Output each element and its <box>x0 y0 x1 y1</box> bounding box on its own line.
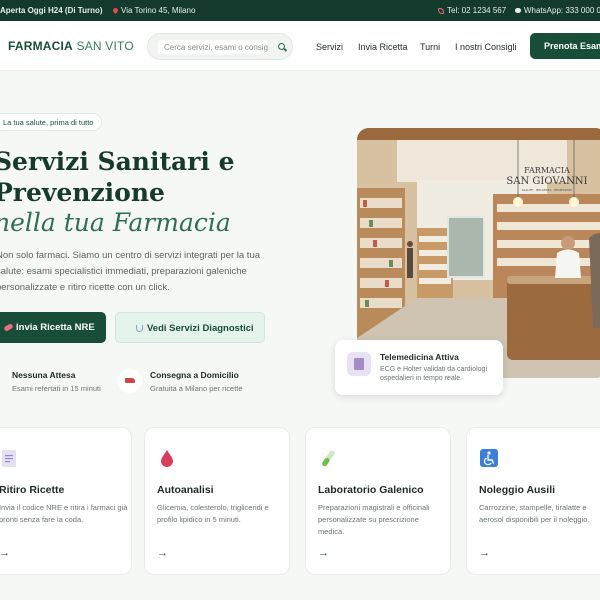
pill-icon <box>3 323 14 332</box>
document-icon <box>2 450 16 467</box>
arrow-right-icon[interactable]: → <box>0 547 10 559</box>
card-title: Ritiro Ricette <box>0 484 65 496</box>
diagnostic-services-label: Vedi Servizi Diagnostici <box>147 323 254 334</box>
hero-title: Servizi Sanitari e Prevenzione <box>0 146 235 208</box>
opening-hours: Aperta Oggi H24 (Di Turno) <box>0 6 103 15</box>
telemedicine-card: Telemedicina Attiva ECG e Holter validat… <box>335 340 503 395</box>
card-title: Autoanalisi <box>157 484 214 496</box>
logo-accent-text: SAN VITO <box>76 39 134 53</box>
service-card-noleggio-ausili[interactable]: Noleggio Ausili Carrozzine, stampelle, t… <box>466 427 600 575</box>
stethoscope-icon <box>136 324 143 332</box>
card-desc-line: Carrozzine, stampelle, tiralatte e <box>479 503 587 512</box>
whatsapp-link[interactable]: WhatsApp: 333 000 0 <box>515 6 600 15</box>
hero-desc-line: salute: esami specialistici immediati, p… <box>0 266 247 277</box>
address-text: Via Torino 45, Milano <box>121 6 196 15</box>
whatsapp-text: WhatsApp: 333 000 0 <box>524 6 600 15</box>
hero-description: Non solo farmaci. Siamo un centro di ser… <box>0 248 261 296</box>
search-icon[interactable] <box>278 43 285 50</box>
card-desc-line: medica. <box>318 527 345 536</box>
telemedicine-title: Telemedicina Attiva <box>380 352 459 362</box>
wheelchair-icon <box>480 449 498 467</box>
photo-sign-line1: FARMACIA <box>524 166 570 175</box>
feature-no-wait: Nessuna Attesa Esami refertati in 15 min… <box>12 370 101 393</box>
phone-icon <box>438 7 444 14</box>
top-info-bar: Aperta Oggi H24 (Di Turno) Via Torino 45… <box>0 0 600 21</box>
card-desc-line: Preparazioni magistrali e officinali <box>318 503 430 512</box>
service-card-ritiro-ricette[interactable]: Ritiro Ricette Invia il codice NRE e rit… <box>0 427 132 575</box>
card-desc-line: personalizzate su prescrizione <box>318 515 419 524</box>
telemedicine-desc-line: ECG e Holter validati da cardiologi <box>380 366 487 373</box>
arrow-right-icon[interactable]: → <box>318 547 329 559</box>
card-desc-line: profilo lipidico in 5 minuti. <box>157 515 241 524</box>
feature-title: Consegna a Domicilio <box>150 370 239 380</box>
hero-desc-line: Non solo farmaci. Siamo un centro di ser… <box>0 250 261 261</box>
search-input[interactable] <box>158 40 268 54</box>
telemedicine-desc: ECG e Holter validati da cardiologi ospe… <box>380 365 487 383</box>
test-tube-icon <box>322 450 335 467</box>
phone-text: Tel: 02 1234 567 <box>447 6 507 15</box>
send-prescription-label: Invia Ricetta NRE <box>16 322 95 333</box>
ecg-device-icon <box>347 352 371 376</box>
service-card-autoanalisi[interactable]: Autoanalisi Glicemia, colesterolo, trigl… <box>144 427 290 575</box>
feature-title: Nessuna Attesa <box>12 370 76 380</box>
arrow-right-icon[interactable]: → <box>479 547 490 559</box>
diagnostic-services-button[interactable]: Vedi Servizi Diagnostici <box>115 312 265 343</box>
site-header: FARMACIA SAN VITO Servizi Invia Ricetta … <box>0 21 600 71</box>
card-desc-line: Invia il codice NRE e ritira i farmaci g… <box>0 503 128 512</box>
hero-title-line1: Servizi Sanitari e <box>0 147 235 176</box>
service-card-laboratorio-galenico[interactable]: Laboratorio Galenico Preparazioni magist… <box>305 427 451 575</box>
phone-link[interactable]: Tel: 02 1234 567 <box>438 6 506 15</box>
photo-sign-line2: SAN GIOVANNI <box>506 176 587 187</box>
card-desc: Preparazioni magistrali e officinali per… <box>318 502 448 538</box>
logo-main-text: FARMACIA <box>8 39 73 53</box>
photo-sign-line3: SALUTE · BELLEZZA · BENESSERE <box>522 188 572 192</box>
nav-turni[interactable]: Turni <box>420 42 440 52</box>
card-desc: Glicemia, colesterolo, trigliceridi e pr… <box>157 502 287 526</box>
search-box <box>147 33 293 60</box>
nav-invia-ricetta[interactable]: Invia Ricetta <box>358 42 408 52</box>
card-desc-line: pronti senza fare la coda. <box>0 515 84 524</box>
feature-home-delivery: Consegna a Domicilio Gratuita a Milano p… <box>150 370 243 393</box>
nav-servizi[interactable]: Servizi <box>316 42 343 52</box>
feature-desc: Esami refertati in 15 minuti <box>12 384 101 393</box>
chat-bubble-icon <box>515 8 521 14</box>
blood-drop-icon <box>161 450 173 467</box>
nav-consigli[interactable]: I nostri Consigli <box>455 42 517 52</box>
send-prescription-button[interactable]: Invia Ricetta NRE <box>0 312 106 343</box>
pharmacy-logo[interactable]: FARMACIA SAN VITO <box>8 39 134 53</box>
card-title: Laboratorio Galenico <box>318 484 424 496</box>
book-exam-button[interactable]: Prenota Esame <box>530 33 600 59</box>
card-desc-line: Glicemia, colesterolo, trigliceridi e <box>157 503 269 512</box>
feature-desc: Gratuita a Milano per ricette <box>150 384 243 393</box>
telemedicine-desc-line: ospedalieri in tempo reale. <box>380 375 463 382</box>
card-desc: Carrozzine, stampelle, tiralatte e aeros… <box>479 502 600 526</box>
delivery-van-icon <box>118 369 142 393</box>
hero-desc-line: personalizzate e ritiro ricette con un c… <box>0 282 170 293</box>
address-info: Via Torino 45, Milano <box>111 6 196 15</box>
card-desc: Invia il codice NRE e ritira i farmaci g… <box>0 502 129 526</box>
card-desc-line: aerosol disponibili per il noleggio. <box>479 515 590 524</box>
hero-title-line2: Prevenzione <box>0 178 165 207</box>
arrow-right-icon[interactable]: → <box>157 547 168 559</box>
hero-tag: La tua salute, prima di tutto <box>0 113 103 131</box>
hero-tag-text: La tua salute, prima di tutto <box>3 118 94 127</box>
card-title: Noleggio Ausili <box>479 484 556 496</box>
hero-title-line3: nella tua Farmacia <box>0 208 231 237</box>
location-pin-icon <box>111 7 120 15</box>
